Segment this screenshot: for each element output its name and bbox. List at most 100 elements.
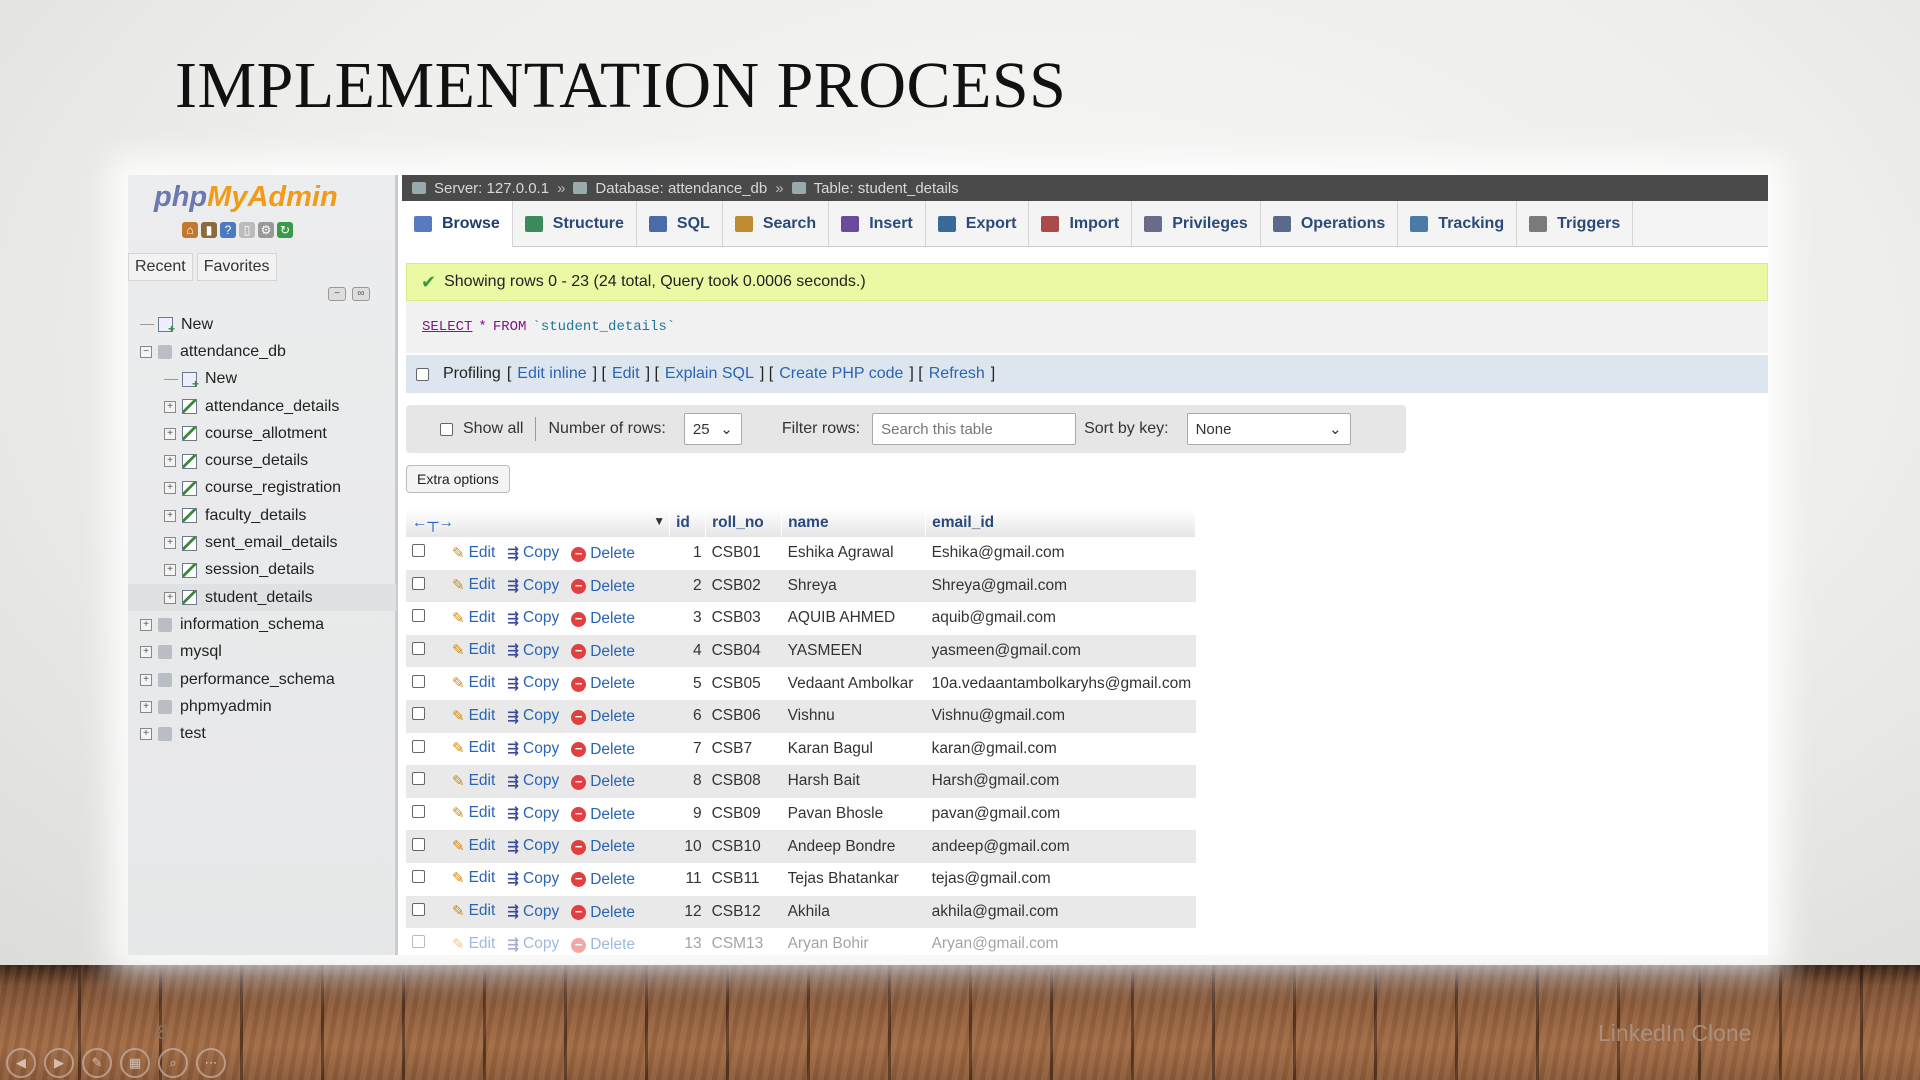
delete-button[interactable]: − Delete	[571, 838, 635, 856]
cell-roll-no[interactable]: CSB03	[706, 602, 782, 635]
tab-privileges[interactable]: Privileges	[1132, 201, 1261, 247]
edit-button[interactable]: ✎ Edit	[452, 544, 495, 562]
expand-icon[interactable]: +	[140, 728, 152, 741]
edit-button[interactable]: ✎ Edit	[452, 935, 495, 953]
cell-name[interactable]: Akhila	[781, 895, 926, 929]
expand-icon[interactable]: +	[140, 618, 152, 631]
reload-icon[interactable]: ↻	[277, 222, 293, 238]
row-checkbox[interactable]	[412, 576, 425, 590]
settings-gear-icon[interactable]: ⚙	[258, 222, 274, 238]
breadcrumb-database[interactable]: Database: attendance_db	[595, 180, 767, 197]
delete-button[interactable]: − Delete	[571, 708, 635, 726]
delete-button[interactable]: − Delete	[571, 741, 635, 759]
cell-email[interactable]: pavan@gmail.com	[926, 798, 1196, 831]
column-resize-arrows-icon[interactable]: ←┬→	[412, 514, 454, 531]
phpmyadmin-logo[interactable]: phpMyAdmin	[154, 181, 338, 214]
delete-button[interactable]: − Delete	[571, 643, 635, 661]
copy-button[interactable]: ⇶ Copy	[507, 577, 559, 595]
more-options-icon[interactable]: ⋯	[196, 1048, 226, 1078]
breadcrumb-server[interactable]: Server: 127.0.0.1	[434, 180, 549, 197]
edit-link[interactable]: Edit	[612, 365, 640, 383]
expand-icon[interactable]: +	[164, 509, 176, 522]
edit-button[interactable]: ✎ Edit	[452, 772, 495, 790]
tree-item[interactable]: + information_schema	[128, 611, 396, 638]
copy-button[interactable]: ⇶ Copy	[507, 609, 559, 627]
expand-icon[interactable]: +	[140, 700, 152, 713]
next-slide-icon[interactable]: ▶	[44, 1048, 74, 1078]
cell-roll-no[interactable]: CSB06	[705, 699, 782, 733]
copy-button[interactable]: ⇶ Copy	[507, 805, 559, 823]
delete-button[interactable]: − Delete	[571, 773, 635, 791]
row-checkbox[interactable]	[412, 642, 425, 656]
row-checkbox[interactable]	[412, 674, 425, 688]
edit-button[interactable]: ✎ Edit	[452, 674, 495, 692]
tree-item[interactable]: + attendance_details	[128, 393, 396, 420]
row-checkbox[interactable]	[412, 935, 425, 949]
copy-button[interactable]: ⇶ Copy	[507, 903, 559, 921]
slides-grid-icon[interactable]: ▦	[120, 1048, 150, 1078]
logout-icon[interactable]: ▮	[201, 222, 217, 238]
copy-button[interactable]: ⇶ Copy	[507, 707, 559, 725]
copy-button[interactable]: ⇶ Copy	[507, 935, 559, 953]
cell-email[interactable]: aquib@gmail.com	[926, 602, 1196, 635]
tree-item[interactable]: + student_details	[128, 583, 396, 612]
column-header-id[interactable]: id	[669, 509, 707, 537]
cell-email[interactable]: Eshika@gmail.com	[926, 537, 1196, 570]
tree-item[interactable]: + course_registration	[128, 475, 396, 502]
row-checkbox[interactable]	[412, 772, 425, 786]
cell-email[interactable]: Shreya@gmail.com	[925, 569, 1196, 603]
tree-item[interactable]: + session_details	[128, 557, 396, 584]
create-php-code-link[interactable]: Create PHP code	[779, 365, 903, 383]
recent-tab[interactable]: Recent	[128, 253, 193, 281]
tab-search[interactable]: Search	[723, 201, 830, 247]
cell-email[interactable]: akhila@gmail.com	[925, 895, 1196, 929]
cell-name[interactable]: Vishnu	[781, 699, 926, 733]
sort-dropdown-icon[interactable]: ▼	[653, 514, 665, 528]
copy-button[interactable]: ⇶ Copy	[507, 544, 559, 562]
tree-item[interactable]: + faculty_details	[128, 502, 396, 529]
cell-email[interactable]: Aryan@gmail.com	[926, 928, 1196, 955]
copy-button[interactable]: ⇶ Copy	[507, 642, 559, 660]
expand-icon[interactable]: +	[164, 427, 176, 440]
tab-export[interactable]: Export	[926, 201, 1030, 247]
column-header-email[interactable]: email_id	[925, 509, 1196, 537]
show-all-checkbox[interactable]	[440, 422, 453, 436]
rows-select[interactable]: 25 ⌄	[683, 413, 742, 445]
row-checkbox[interactable]	[412, 739, 425, 753]
help-icon[interactable]: ?	[220, 222, 236, 238]
cell-name[interactable]: Tejas Bhatankar	[782, 863, 926, 896]
edit-button[interactable]: ✎ Edit	[452, 804, 495, 822]
cell-email[interactable]: tejas@gmail.com	[926, 863, 1196, 896]
cell-roll-no[interactable]: CSB11	[706, 863, 782, 896]
tree-item[interactable]: + performance_schema	[128, 666, 396, 693]
expand-icon[interactable]: +	[164, 455, 176, 468]
row-checkbox[interactable]	[412, 870, 425, 884]
cell-email[interactable]: yasmeen@gmail.com	[925, 634, 1196, 668]
delete-button[interactable]: − Delete	[571, 610, 635, 628]
tab-triggers[interactable]: Triggers	[1517, 201, 1634, 247]
cell-id[interactable]: 6	[669, 699, 706, 733]
cell-roll-no[interactable]: CSB01	[706, 537, 782, 570]
column-header-name[interactable]: name	[781, 509, 927, 537]
docs-icon[interactable]: ▯	[239, 222, 255, 238]
home-icon[interactable]: ⌂	[182, 222, 198, 238]
cell-id[interactable]: 4	[669, 634, 706, 668]
row-checkbox[interactable]	[412, 805, 425, 819]
delete-button[interactable]: − Delete	[571, 675, 635, 693]
edit-button[interactable]: ✎ Edit	[452, 837, 495, 855]
breadcrumb-table[interactable]: Table: student_details	[814, 180, 959, 197]
cell-id[interactable]: 1	[670, 537, 706, 570]
cell-id[interactable]: 7	[670, 733, 706, 766]
edit-button[interactable]: ✎ Edit	[452, 869, 495, 887]
tab-sql[interactable]: SQL	[637, 201, 723, 247]
tree-item[interactable]: + course_allotment	[128, 420, 396, 447]
edit-button[interactable]: ✎ Edit	[452, 609, 495, 627]
copy-button[interactable]: ⇶ Copy	[507, 837, 559, 855]
tab-import[interactable]: Import	[1029, 201, 1133, 247]
collapse-icon[interactable]: −	[140, 345, 152, 358]
link-icon[interactable]: ∞	[352, 287, 370, 301]
refresh-link[interactable]: Refresh	[929, 365, 985, 383]
cell-name[interactable]: Pavan Bhosle	[782, 798, 926, 831]
expand-icon[interactable]: +	[164, 591, 176, 604]
sort-select[interactable]: None ⌄	[1186, 413, 1351, 445]
